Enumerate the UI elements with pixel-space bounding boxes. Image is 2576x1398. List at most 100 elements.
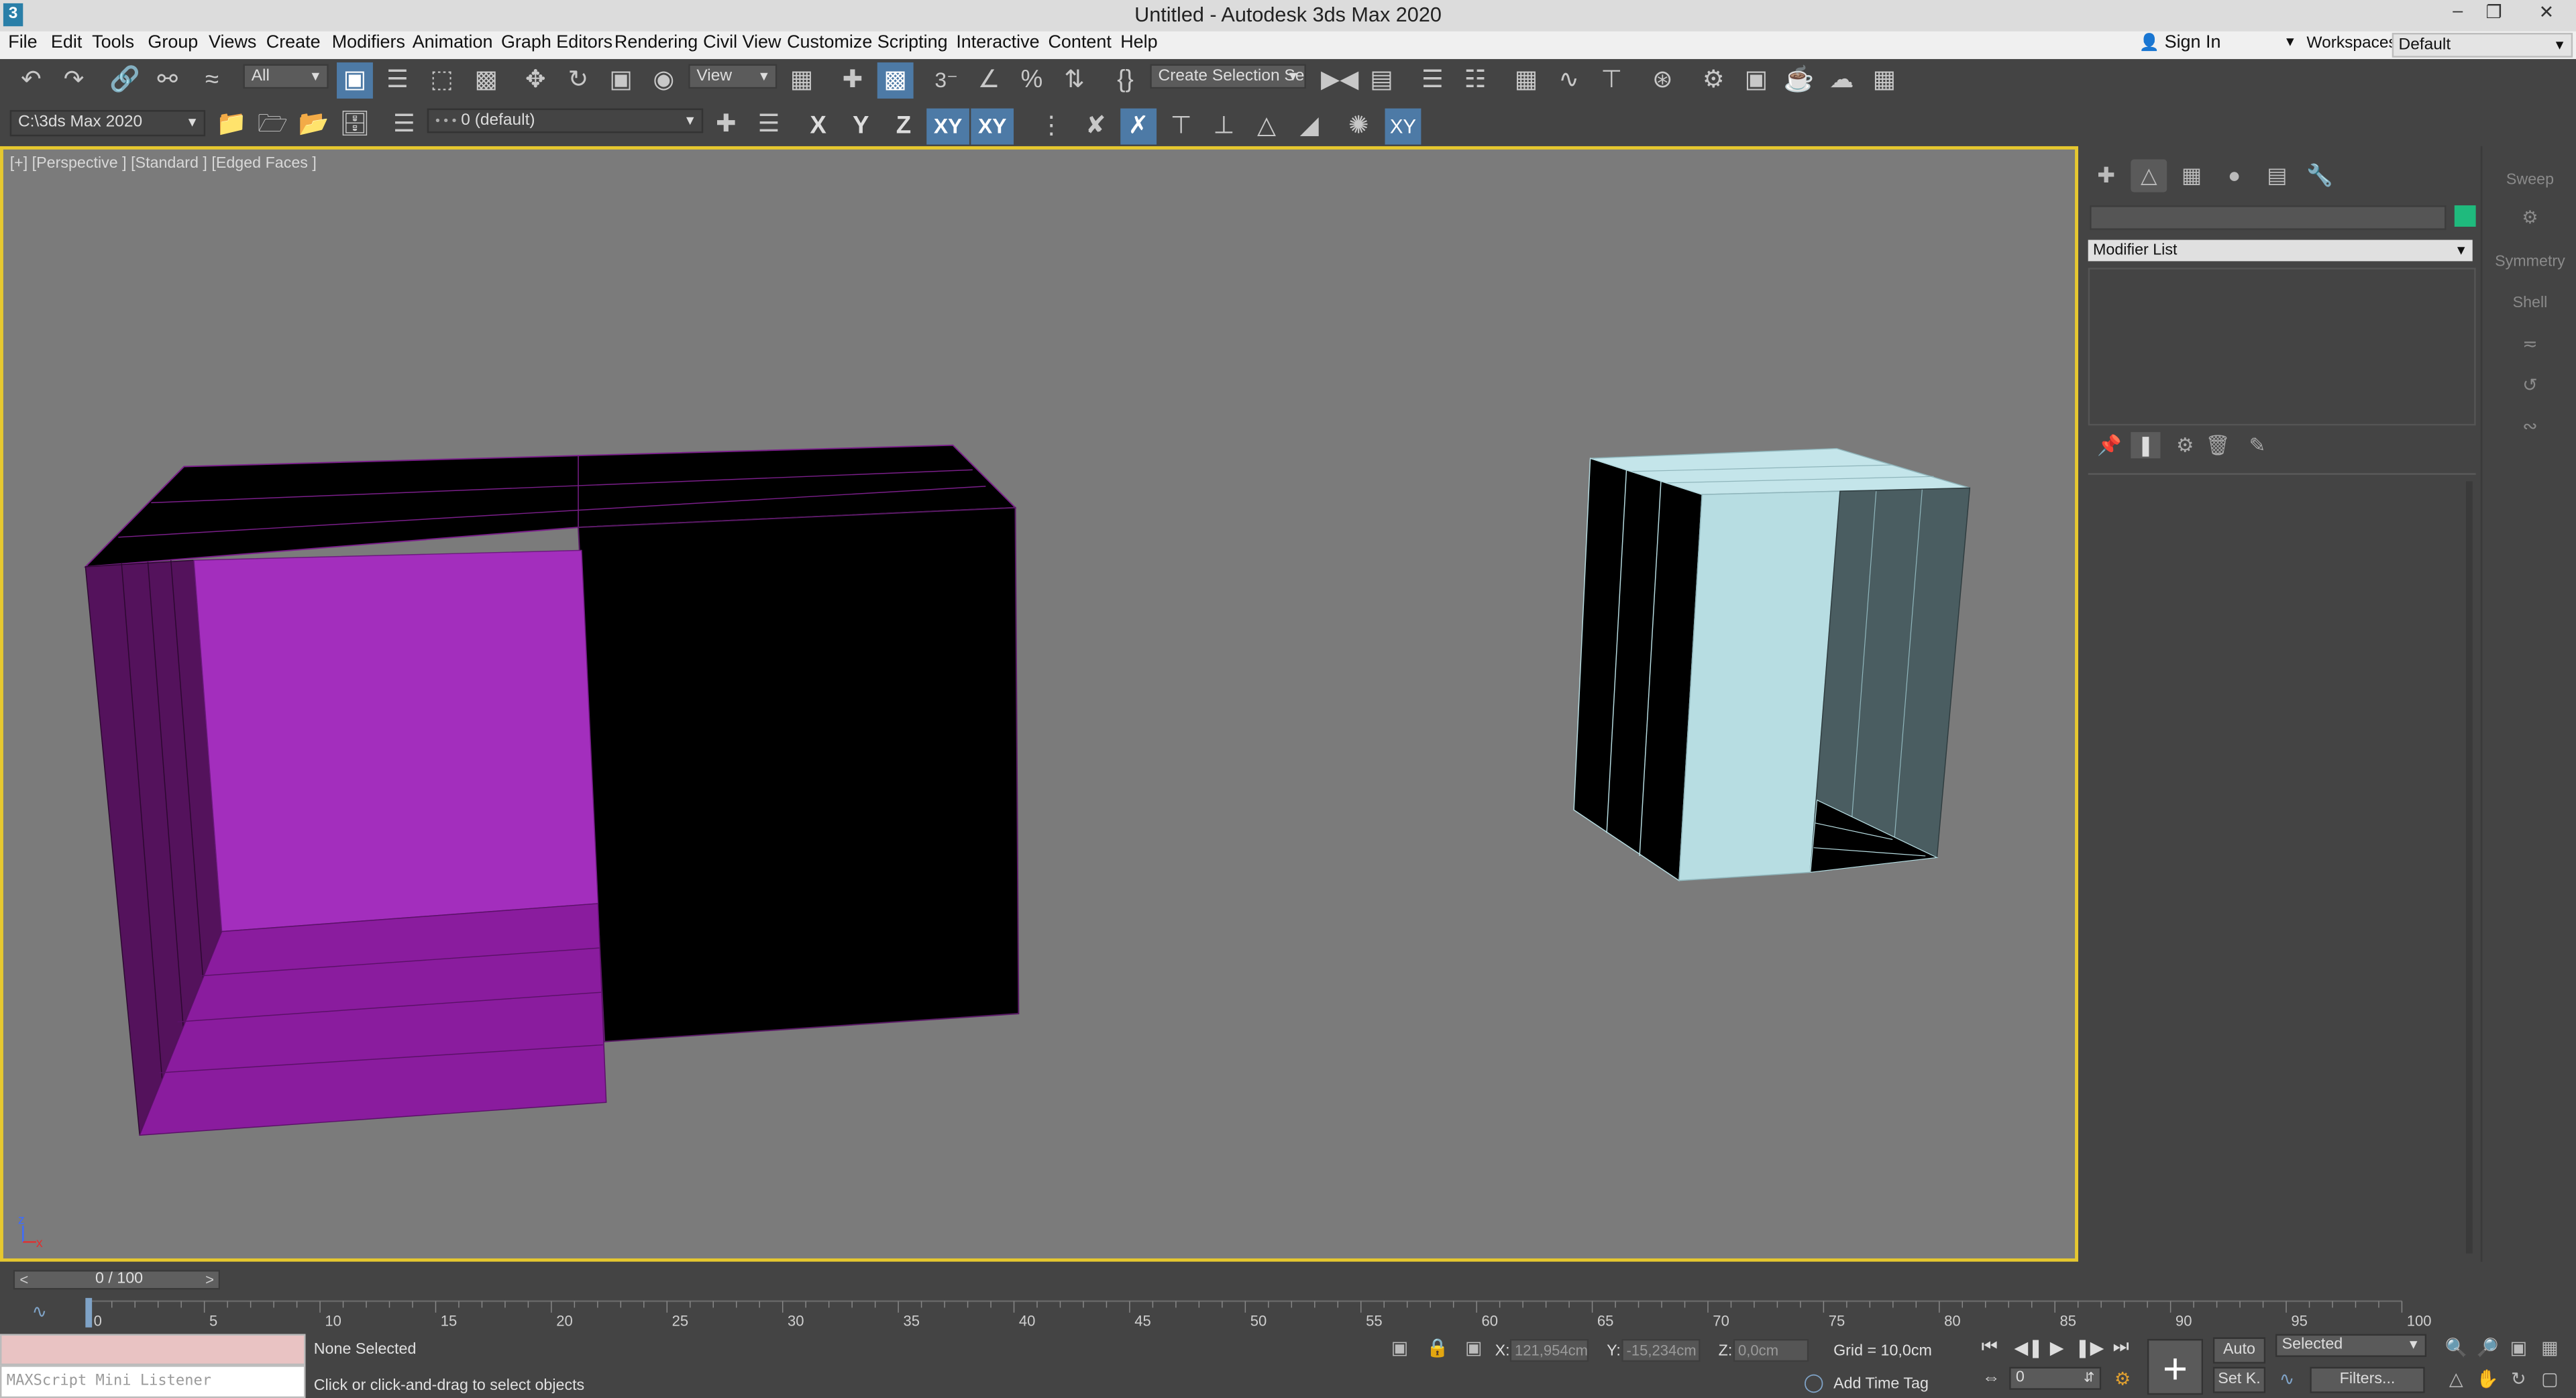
- snap-midpoint-icon[interactable]: ⊤: [1163, 109, 1199, 145]
- menu-group[interactable]: Group: [148, 33, 198, 52]
- light-blue-open-box[interactable]: [1573, 447, 1971, 881]
- hierarchy-icon[interactable]: ▦: [2174, 160, 2210, 193]
- snap-grid-icon[interactable]: ⋮: [1033, 109, 1069, 145]
- previous-frame-icon[interactable]: ◀❚: [2014, 1337, 2043, 1358]
- scene-explorer-icon[interactable]: ☰: [1415, 62, 1451, 99]
- reference-coordinate-dropdown[interactable]: View ▼: [688, 64, 777, 89]
- object-name-field[interactable]: [2090, 205, 2447, 230]
- time-tag-icon[interactable]: ◯: [1803, 1372, 1825, 1393]
- show-end-result-icon[interactable]: ❚: [2131, 432, 2161, 459]
- zoom-extents-icon[interactable]: ▣: [2507, 1337, 2530, 1358]
- window-crossing-icon[interactable]: ▩: [468, 62, 504, 99]
- zoom-extents-all-icon[interactable]: ▦: [2538, 1337, 2561, 1358]
- undo-icon[interactable]: ↶: [13, 62, 50, 99]
- named-selection-dropdown[interactable]: Create Selection Set ▼: [1150, 64, 1306, 89]
- tessellate-icon[interactable]: ≂: [2482, 333, 2576, 355]
- time-slider-track[interactable]: < 0 / 100 >: [13, 1270, 221, 1290]
- object-color-swatch[interactable]: [2454, 205, 2476, 227]
- orbit-icon[interactable]: ↻: [2507, 1368, 2530, 1389]
- absolute-mode-icon[interactable]: ▣: [1462, 1337, 1485, 1358]
- snap-xy-icon[interactable]: XY: [1385, 108, 1421, 145]
- key-filter-dropdown[interactable]: Selected ▼: [2275, 1334, 2427, 1357]
- add-time-tag[interactable]: Add Time Tag: [1833, 1375, 1929, 1393]
- place-icon[interactable]: ◉: [645, 62, 682, 99]
- axis-x-button[interactable]: X: [800, 109, 837, 145]
- track-bar[interactable]: ∿ 0 5 10 15 20 25 30 35 40 45 50 55 60 65 70 75 80 85 90 95…: [0, 1297, 2465, 1334]
- menu-customize[interactable]: Customize: [787, 33, 872, 52]
- menu-help[interactable]: Help: [1120, 33, 1157, 52]
- add-to-layer-icon[interactable]: ☰: [751, 107, 787, 143]
- menu-content[interactable]: Content: [1048, 33, 1111, 52]
- twist-icon[interactable]: ∾: [2482, 416, 2576, 437]
- menu-interactive[interactable]: Interactive: [956, 33, 1039, 52]
- menu-tools[interactable]: Tools: [92, 33, 134, 52]
- menu-create[interactable]: Create: [266, 33, 321, 52]
- align-icon[interactable]: ▤: [1364, 62, 1400, 99]
- auto-key-button[interactable]: Auto: [2212, 1337, 2266, 1364]
- select-by-name-icon[interactable]: ☰: [380, 62, 416, 99]
- workspace-select[interactable]: Default ▼: [2392, 32, 2573, 58]
- menu-views[interactable]: Views: [209, 33, 256, 52]
- redo-icon[interactable]: ↷: [56, 62, 92, 99]
- rectangular-selection-icon[interactable]: ⬚: [424, 62, 460, 99]
- lock-selection-icon[interactable]: 🔒: [1426, 1337, 1449, 1358]
- restore-icon[interactable]: ❐: [2477, 1, 2510, 28]
- edit-named-selection-icon[interactable]: {}: [1108, 62, 1144, 99]
- y-coordinate-field[interactable]: -15,234cm: [1621, 1338, 1701, 1362]
- quick-modifier-sweep[interactable]: Sweep: [2482, 171, 2576, 189]
- project-template-icon[interactable]: 📂: [296, 107, 332, 143]
- keyboard-shortcut-override-icon[interactable]: ▩: [877, 62, 914, 99]
- quick-modifier-symmetry[interactable]: Symmetry: [2482, 253, 2576, 271]
- create-layer-icon[interactable]: ✚: [708, 107, 745, 143]
- scale-icon[interactable]: ▣: [603, 62, 639, 99]
- menu-edit[interactable]: Edit: [51, 33, 82, 52]
- time-config-arrows-icon[interactable]: ⇔: [1980, 1368, 2002, 1388]
- remove-modifier-icon[interactable]: 🗑: [2203, 432, 2233, 458]
- next-frame-arrow[interactable]: >: [205, 1272, 214, 1288]
- isolate-selection-icon[interactable]: ▣: [1388, 1337, 1411, 1358]
- snap-pivot-icon[interactable]: ◢: [1291, 109, 1328, 145]
- menu-modifiers[interactable]: Modifiers: [332, 33, 405, 52]
- panel-scrollbar[interactable]: [2465, 481, 2473, 1254]
- render-setup-icon[interactable]: ⚙: [1695, 62, 1731, 99]
- rotate-icon[interactable]: ↻: [560, 62, 596, 99]
- prev-frame-arrow[interactable]: <: [19, 1272, 28, 1288]
- axis-y-button[interactable]: Y: [843, 109, 879, 145]
- current-frame-marker[interactable]: [85, 1297, 93, 1328]
- make-unique-icon[interactable]: ⚙: [2170, 432, 2200, 458]
- create-icon[interactable]: ✚: [2088, 160, 2125, 193]
- modifier-list-dropdown[interactable]: Modifier List ▼: [2088, 239, 2473, 262]
- field-of-view-icon[interactable]: △: [2445, 1368, 2467, 1389]
- zoom-icon[interactable]: 🔍: [2445, 1337, 2467, 1358]
- snap-vertex-icon[interactable]: ✘: [1078, 109, 1114, 145]
- pin-stack-icon[interactable]: 📌: [2094, 432, 2124, 458]
- default-tangent-icon[interactable]: ∿: [2275, 1368, 2298, 1389]
- set-key-button[interactable]: Set K.: [2212, 1366, 2266, 1393]
- snap-face-icon[interactable]: △: [1248, 109, 1285, 145]
- x-coordinate-field[interactable]: 121,954cm: [1509, 1338, 1589, 1362]
- motion-icon[interactable]: ●: [2216, 160, 2253, 193]
- menu-graph-editors[interactable]: Graph Editors: [501, 33, 612, 52]
- go-to-end-icon[interactable]: ⏭: [2110, 1337, 2133, 1358]
- current-frame-field[interactable]: 0 ⇵: [2009, 1366, 2102, 1390]
- curve-editor-icon[interactable]: ∿: [1551, 62, 1587, 99]
- filters-button[interactable]: Filters...: [2310, 1366, 2425, 1393]
- magenta-open-box[interactable]: [83, 444, 1020, 1136]
- menu-animation[interactable]: Animation: [413, 33, 493, 52]
- ribbon-toggle-icon[interactable]: ▦: [1508, 62, 1544, 99]
- select-object-icon[interactable]: ▣: [337, 62, 373, 99]
- maxscript-output[interactable]: [0, 1334, 306, 1366]
- snap-options-icon[interactable]: ✺: [1340, 109, 1377, 145]
- unlink-icon[interactable]: ⚯: [150, 62, 186, 99]
- snap-endpoint-icon[interactable]: ✗: [1120, 108, 1157, 145]
- percent-snap-icon[interactable]: %: [1014, 62, 1050, 99]
- render-shortcuts-icon[interactable]: ▦: [1866, 62, 1902, 99]
- angle-snap-icon[interactable]: ∠: [971, 62, 1007, 99]
- render-production-icon[interactable]: ☕: [1781, 62, 1817, 99]
- modifier-stack[interactable]: [2088, 268, 2476, 426]
- axis-z-button[interactable]: Z: [885, 109, 922, 145]
- schematic-view-icon[interactable]: ⊛: [1644, 62, 1680, 99]
- pivot-center-icon[interactable]: ▦: [784, 62, 820, 99]
- minimize-icon[interactable]: –: [2441, 1, 2474, 28]
- zoom-all-icon[interactable]: 🔎: [2476, 1337, 2499, 1358]
